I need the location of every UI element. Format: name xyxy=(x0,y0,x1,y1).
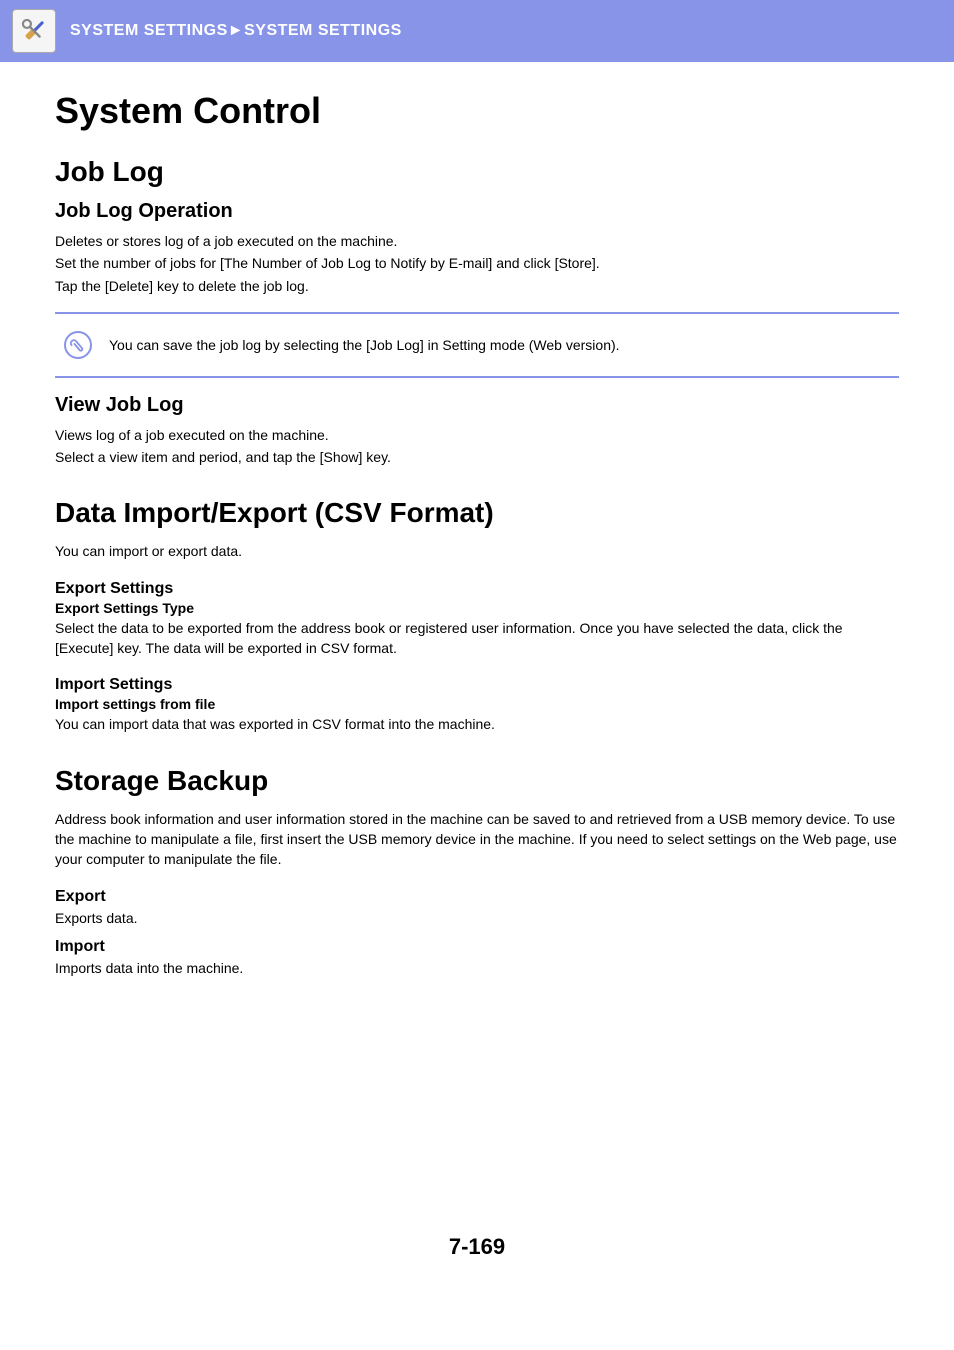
body-text: Tap the [Delete] key to delete the job l… xyxy=(55,276,899,296)
body-text: Imports data into the machine. xyxy=(55,958,899,978)
breadcrumb-part1: SYSTEM SETTINGS xyxy=(70,22,228,39)
body-text: You can import or export data. xyxy=(55,541,899,561)
body-text: Deletes or stores log of a job executed … xyxy=(55,231,899,251)
breadcrumb: SYSTEM SETTINGS►SYSTEM SETTINGS xyxy=(70,22,402,40)
body-text: You can import data that was exported in… xyxy=(55,714,899,734)
content-area: System Control Job Log Job Log Operation… xyxy=(0,62,954,978)
breadcrumb-part2: SYSTEM SETTINGS xyxy=(244,22,402,39)
body-text: Select the data to be exported from the … xyxy=(55,618,899,659)
page-number: 7-169 xyxy=(0,1234,954,1260)
data-io-heading: Data Import/Export (CSV Format) xyxy=(55,497,899,529)
body-text: Views log of a job executed on the machi… xyxy=(55,425,899,445)
settings-tools-icon xyxy=(12,9,56,53)
body-text: Select a view item and period, and tap t… xyxy=(55,447,899,467)
body-text: Address book information and user inform… xyxy=(55,809,899,870)
body-text: Set the number of jobs for [The Number o… xyxy=(55,253,899,273)
view-job-log-heading: View Job Log xyxy=(55,394,899,417)
header-bar: SYSTEM SETTINGS►SYSTEM SETTINGS xyxy=(0,0,954,62)
note-box: You can save the job log by selecting th… xyxy=(55,312,899,378)
note-clip-icon xyxy=(61,328,95,362)
page-title: System Control xyxy=(55,90,899,132)
storage-import-heading: Import xyxy=(55,938,899,956)
body-text: Exports data. xyxy=(55,908,899,928)
job-log-heading: Job Log xyxy=(55,156,899,188)
export-settings-heading: Export Settings xyxy=(55,580,899,598)
storage-export-heading: Export xyxy=(55,888,899,906)
storage-backup-heading: Storage Backup xyxy=(55,765,899,797)
import-settings-heading: Import Settings xyxy=(55,676,899,694)
breadcrumb-separator: ► xyxy=(228,22,244,39)
export-settings-type-heading: Export Settings Type xyxy=(55,600,899,616)
job-log-operation-heading: Job Log Operation xyxy=(55,200,899,223)
note-text: You can save the job log by selecting th… xyxy=(109,337,620,353)
import-settings-file-heading: Import settings from file xyxy=(55,696,899,712)
